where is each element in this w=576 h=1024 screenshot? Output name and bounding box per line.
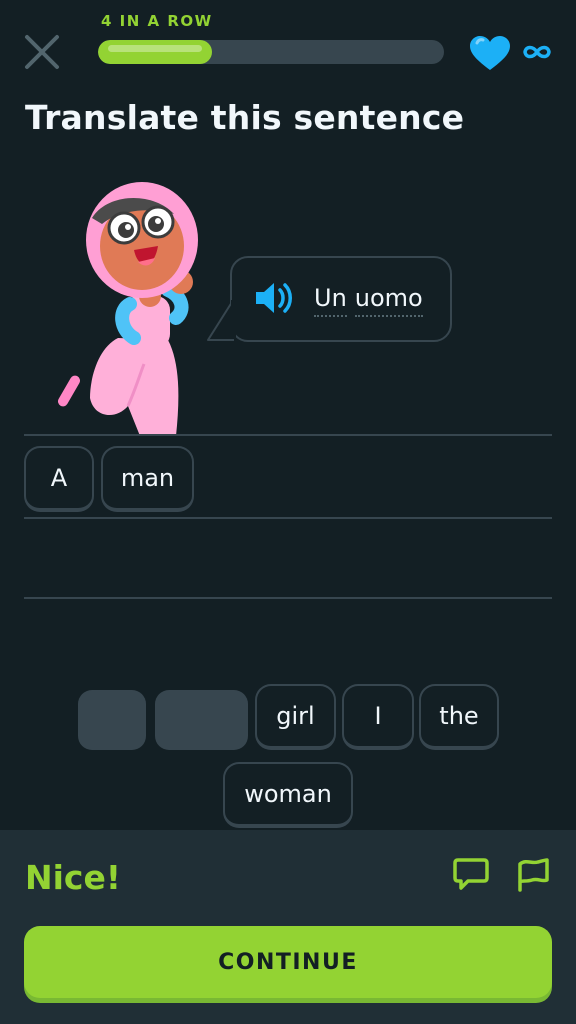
progress-shine <box>108 45 203 52</box>
word-bank-slot-used <box>78 690 146 750</box>
comment-icon[interactable] <box>452 856 490 892</box>
answer-chip[interactable]: man <box>101 446 194 512</box>
streak-label: 4 IN A ROW <box>101 12 213 30</box>
word-bank-chip[interactable]: woman <box>223 762 353 828</box>
word-bank-chip[interactable]: girl <box>255 684 336 750</box>
close-icon[interactable] <box>22 32 62 72</box>
answer-line <box>24 597 552 599</box>
character-illustration <box>58 182 198 436</box>
heart-icon <box>470 36 510 70</box>
exercise-title: Translate this sentence <box>25 98 465 137</box>
word-bank-slot-used <box>155 690 248 750</box>
answer-chip[interactable]: A <box>24 446 94 512</box>
infinity-icon <box>523 45 551 59</box>
prompt-sentence: Un uomo <box>314 284 423 317</box>
flag-icon[interactable] <box>514 856 552 892</box>
word-bank-chip[interactable]: the <box>419 684 499 750</box>
answer-line <box>24 434 552 436</box>
feedback-title: Nice! <box>25 858 121 897</box>
continue-button[interactable]: CONTINUE <box>24 926 552 998</box>
speaker-icon[interactable] <box>252 278 298 318</box>
lesson-screen: 4 IN A ROW Translate this sentence Un uo… <box>0 0 576 1024</box>
prompt-word[interactable]: Un <box>314 284 347 317</box>
speech-bubble-tail <box>207 300 236 341</box>
lesson-progress-bar <box>98 40 444 64</box>
progress-fill <box>98 40 213 64</box>
word-bank-chip[interactable]: I <box>342 684 414 750</box>
prompt-word[interactable]: uomo <box>354 284 423 317</box>
answer-line <box>24 517 552 519</box>
